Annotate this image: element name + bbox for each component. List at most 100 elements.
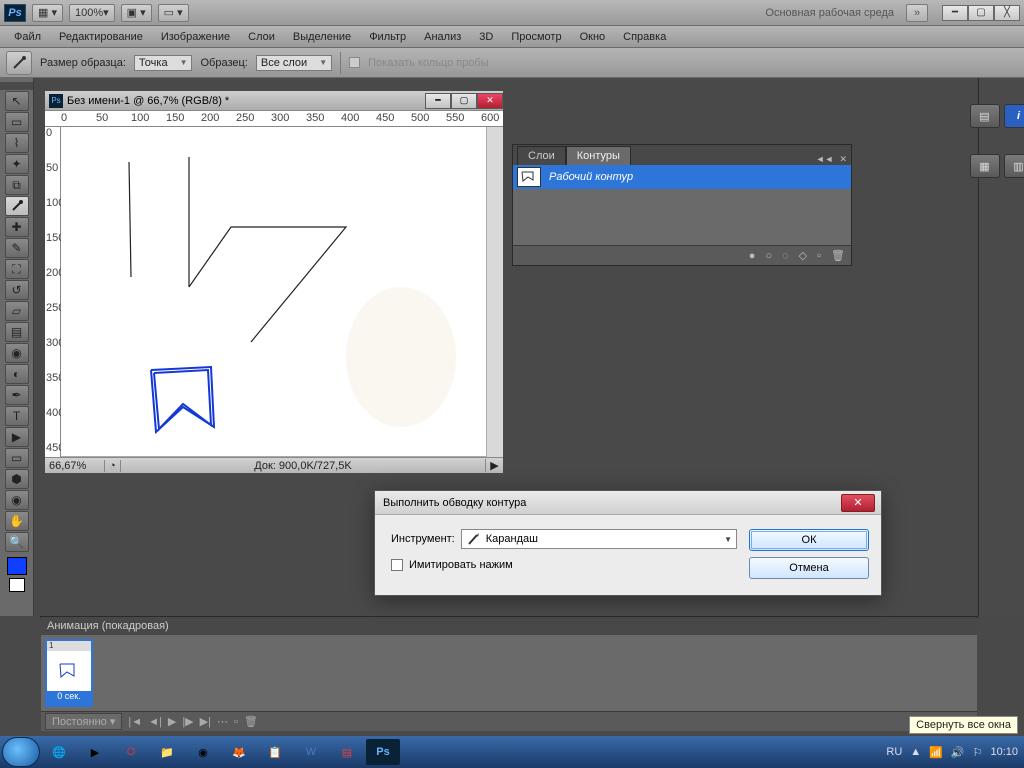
current-tool-icon[interactable] [6,51,32,75]
doc-info[interactable]: Док: 900,0K/727,5K [121,460,485,472]
tween-icon[interactable]: ⋯ [217,715,228,728]
blur-tool[interactable]: ◉ [5,343,29,363]
horizontal-ruler[interactable]: 0 50 100 150 200 250 300 350 400 450 500… [45,111,503,127]
panel-close-icon[interactable]: ✕ [837,154,849,165]
stroke-path-icon[interactable]: ○ [765,250,772,262]
menu-image[interactable]: Изображение [153,28,238,46]
animation-frame[interactable]: 1 0 сек. [45,639,93,707]
screen-mode-button[interactable]: ▣ ▾ [121,4,152,22]
move-tool[interactable]: ↖ [5,91,29,111]
maximize-button[interactable]: ▢ [968,5,994,21]
zoom-field[interactable]: 66,67% [45,460,105,472]
document-canvas[interactable] [61,127,487,457]
taskbar-app1-icon[interactable]: 📋 [258,739,292,765]
dialog-close-button[interactable]: ✕ [841,494,875,512]
taskbar-explorer-icon[interactable]: 📁 [150,739,184,765]
type-tool[interactable]: T [5,406,29,426]
styles-panel-icon[interactable]: ▥ [1004,154,1024,178]
loop-dropdown[interactable]: Постоянно ▾ [45,713,122,730]
doc-maximize-button[interactable]: ▢ [451,93,477,109]
brush-tool[interactable]: ✎ [5,238,29,258]
tool-dropdown[interactable]: Карандаш [461,529,737,549]
sample-size-dropdown[interactable]: Точка [134,55,193,71]
tray-signal-icon[interactable]: 📶 [929,746,943,759]
next-frame-icon[interactable]: |▶ [182,715,193,728]
taskbar-media-icon[interactable]: ▶ [78,739,112,765]
tray-volume-icon[interactable]: 🔊 [951,746,965,759]
lang-indicator[interactable]: RU [886,746,902,758]
menu-file[interactable]: Файл [6,28,49,46]
document-titlebar[interactable]: Ps Без имени-1 @ 66,7% (RGB/8) * ━ ▢ ✕ [45,91,503,111]
info-panel-icon[interactable]: i [1004,104,1024,128]
statusbar-icon[interactable]: ◔ [105,460,121,472]
menu-help[interactable]: Справка [615,28,674,46]
menu-analysis[interactable]: Анализ [416,28,469,46]
doc-close-button[interactable]: ✕ [477,93,503,109]
eyedropper-tool[interactable] [5,196,29,216]
crop-tool[interactable]: ⧉ [5,175,29,195]
zoom-tool[interactable]: 🔍 [5,532,29,552]
cancel-button[interactable]: Отмена [749,557,869,579]
first-frame-icon[interactable]: |◄ [128,716,142,728]
duplicate-frame-icon[interactable]: ▫ [234,716,238,728]
taskbar-pdf-icon[interactable]: ▤ [330,739,364,765]
work-path-row[interactable]: Рабочий контур [513,165,851,189]
tray-network-icon[interactable]: ▲ [910,746,921,758]
close-button[interactable]: ╳ [994,5,1020,21]
delete-path-icon[interactable]: 🗑 [831,249,845,262]
frame-time[interactable]: 0 сек. [47,691,91,705]
tab-layers[interactable]: Слои [517,146,566,165]
menu-view[interactable]: Просмотр [503,28,569,46]
delete-frame-icon[interactable]: 🗑 [244,715,258,728]
background-color[interactable] [9,578,25,592]
minimize-button[interactable]: ━ [942,5,968,21]
sample-layers-dropdown[interactable]: Все слои [256,55,332,71]
last-frame-icon[interactable]: ▶| [200,715,211,728]
pen-tool[interactable]: ✒ [5,385,29,405]
zoom-level-dropdown[interactable]: 100% ▾ [69,4,115,22]
vertical-ruler[interactable]: 0 50 100 150 200 250 300 350 400 450 [45,127,61,457]
menu-layers[interactable]: Слои [240,28,283,46]
eraser-tool[interactable]: ▱ [5,301,29,321]
path-to-selection-icon[interactable]: ◌ [782,250,789,262]
tab-paths[interactable]: Контуры [566,146,631,165]
ok-button[interactable]: ОК [749,529,869,551]
selection-to-path-icon[interactable]: ◇ [799,249,807,262]
dialog-titlebar[interactable]: Выполнить обводку контура ✕ [375,491,881,515]
panel-collapse-icon[interactable]: ◄◄ [814,154,836,165]
dodge-tool[interactable]: ◐ [5,364,29,384]
hand-tool[interactable]: ✋ [5,511,29,531]
toolbox-grip[interactable] [0,82,33,90]
stamp-tool[interactable]: ⛶ [5,259,29,279]
path-select-tool[interactable]: ▶ [5,427,29,447]
lasso-tool[interactable]: ⌇ [5,133,29,153]
history-brush-tool[interactable]: ↺ [5,280,29,300]
workspace-switcher-button[interactable]: » [906,4,928,22]
menu-3d[interactable]: 3D [471,28,501,46]
launch-bridge-button[interactable]: ▦ ▾ [32,4,63,22]
gradient-tool[interactable]: ▤ [5,322,29,342]
taskbar-firefox-icon[interactable]: 🦊 [222,739,256,765]
3d-camera-tool[interactable]: ◉ [5,490,29,510]
taskbar-opera-icon[interactable]: O [114,739,148,765]
arrange-documents-button[interactable]: ▭ ▾ [158,4,189,22]
taskbar-word-icon[interactable]: W [294,739,328,765]
new-path-icon[interactable]: ▫ [817,250,821,262]
wand-tool[interactable]: ✦ [5,154,29,174]
animation-strip[interactable]: 1 0 сек. [41,635,977,711]
shape-tool[interactable]: ▭ [5,448,29,468]
menu-edit[interactable]: Редактирование [51,28,151,46]
show-ring-checkbox[interactable] [349,57,360,68]
simulate-pressure-checkbox[interactable] [391,559,403,571]
doc-minimize-button[interactable]: ━ [425,93,451,109]
menu-select[interactable]: Выделение [285,28,359,46]
menu-filter[interactable]: Фильтр [361,28,414,46]
statusbar-nav[interactable]: ▶ [485,459,503,472]
taskbar-photoshop-icon[interactable]: Ps [366,739,400,765]
marquee-tool[interactable]: ▭ [5,112,29,132]
healing-tool[interactable]: ✚ [5,217,29,237]
3d-tool[interactable]: ⬢ [5,469,29,489]
swatches-panel-icon[interactable]: ▦ [970,154,1000,178]
taskbar-chrome-icon[interactable]: ◉ [186,739,220,765]
prev-frame-icon[interactable]: ◄| [148,716,162,728]
